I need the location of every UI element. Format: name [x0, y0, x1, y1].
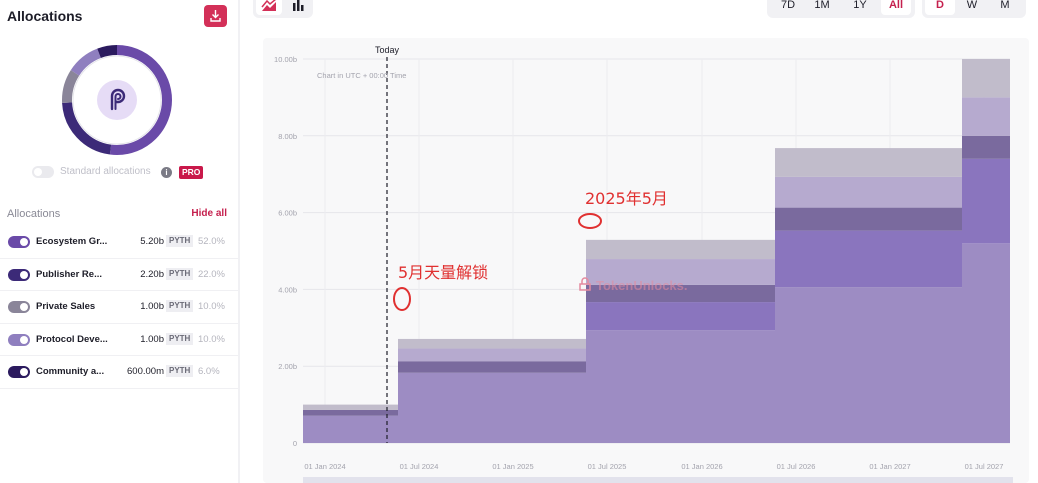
unlock-area-segment [962, 135, 1010, 159]
x-tick-label: 01 Jan 2027 [869, 462, 910, 471]
x-tick-label: 01 Jul 2025 [588, 462, 627, 471]
unlock-area-segment [775, 176, 962, 208]
range-scrubber[interactable] [303, 477, 1013, 483]
unlock-area-segment [775, 230, 962, 288]
x-tick-label: 01 Jul 2024 [400, 462, 439, 471]
y-tick-label: 2.00b [278, 362, 297, 371]
today-label: Today [375, 45, 400, 55]
annotation-text: 5月天量解锁 [398, 263, 488, 282]
unlock-area-segment [962, 158, 1010, 244]
unlock-area-segment [398, 348, 586, 362]
x-tick-label: 01 Jan 2025 [492, 462, 533, 471]
chart-timezone-note: Chart in UTC + 00:00 Time [317, 71, 406, 80]
unlock-area-segment [303, 409, 398, 416]
annotation-circle [393, 287, 411, 311]
y-tick-label: 4.00b [278, 285, 297, 294]
unlock-area-segment [398, 338, 586, 349]
annotation-text: 2025年5月 [585, 189, 668, 208]
unlock-area-segment [303, 404, 398, 410]
y-tick-label: 0 [293, 439, 297, 448]
x-tick-label: 01 Jul 2027 [965, 462, 1004, 471]
unlock-area-segment [775, 207, 962, 231]
annotation-circle [578, 213, 602, 229]
unlock-chart: 0 2.00b 4.00b 6.00b 8.00b 10.00b 01 Jan 2024 01… [274, 45, 1013, 483]
unlock-area-segment [303, 415, 398, 443]
y-tick-label: 6.00b [278, 209, 297, 218]
unlock-area-segment [962, 97, 1010, 136]
unlock-area-segment [962, 243, 1010, 443]
watermark-text: TokenUnlocks. [596, 278, 688, 293]
unlock-area-segment [586, 330, 775, 443]
unlock-area-segment [586, 302, 775, 331]
unlock-area-segment [962, 59, 1010, 98]
unlock-area-segment [775, 148, 962, 177]
unlock-area-segment [775, 287, 962, 443]
unlock-area-segment [398, 361, 586, 373]
watermark: TokenUnlocks. [579, 277, 688, 293]
unlock-area-segment [398, 372, 586, 443]
y-tick-label: 10.00b [274, 55, 297, 64]
y-tick-label: 8.00b [278, 132, 297, 141]
x-tick-label: 01 Jan 2026 [681, 462, 722, 471]
unlock-area-segment [586, 239, 775, 260]
x-tick-label: 01 Jan 2024 [304, 462, 345, 471]
x-tick-label: 01 Jul 2026 [777, 462, 816, 471]
